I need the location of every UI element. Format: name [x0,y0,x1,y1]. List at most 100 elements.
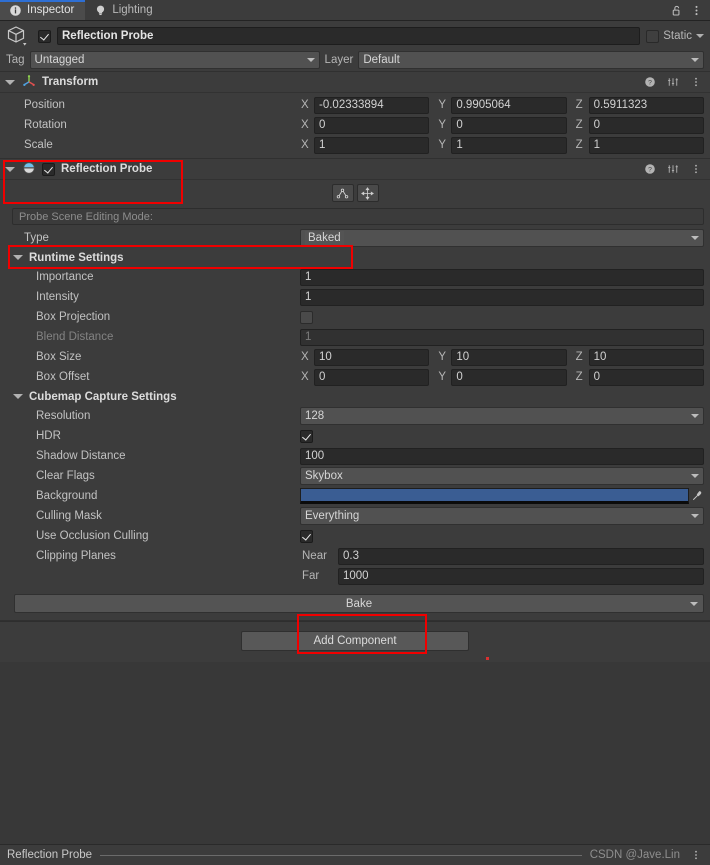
resolution-dropdown[interactable]: 128 [300,407,704,425]
shadow-distance-field[interactable]: 100 [300,447,704,465]
transform-axis-icon [22,74,36,91]
status-bar-divider [100,854,582,856]
box-projection-checkbox[interactable] [300,310,313,324]
axis-x-label: X [301,371,309,383]
transform-body: Position X -0.02333894 Y 0.9905064 Z 0.5… [0,93,710,158]
help-icon[interactable]: ? [642,74,658,90]
foldout-arrow-icon[interactable] [13,394,23,399]
layer-dropdown[interactable]: Default [358,51,704,69]
row-resolution: Resolution 128 [6,406,704,426]
box-offset-label: Box Offset [36,371,90,383]
kebab-menu-icon[interactable] [688,2,704,18]
position-y-field[interactable]: 0.9905064 [451,96,567,114]
row-clipping-planes-far: Far 1000 [6,566,704,586]
clear-flags-dropdown[interactable]: Skybox [300,467,704,485]
probe-scene-editing-mode-label: Probe Scene Editing Mode: [19,210,153,223]
eyedropper-icon[interactable] [689,490,704,502]
box-projection-label: Box Projection [36,311,111,323]
type-dropdown[interactable] [300,229,704,247]
kebab-menu-icon[interactable] [688,161,704,177]
chevron-down-icon[interactable] [696,34,704,38]
lock-open-icon[interactable] [668,2,684,18]
far-label: Far [302,570,320,582]
position-x-field[interactable]: -0.02333894 [314,96,430,114]
hdr-checkbox[interactable] [300,429,313,443]
box-offset-x-field[interactable]: 0 [314,368,430,386]
static-checkbox[interactable] [646,29,660,43]
reflection-probe-enabled-checkbox[interactable] [42,162,55,176]
gameobject-name-field[interactable]: Reflection Probe [57,27,641,45]
section-cubemap-capture-settings[interactable]: Cubemap Capture Settings [6,387,704,406]
shadow-distance-label: Shadow Distance [36,450,126,462]
inspector-tabbar: Inspector Lighting [0,0,710,21]
importance-label: Importance [36,271,94,283]
row-occlusion-culling: Use Occlusion Culling [6,526,704,546]
edit-probe-origin-icon[interactable] [356,184,379,202]
occlusion-culling-checkbox[interactable] [300,529,313,543]
culling-mask-dropdown[interactable]: Everything [300,507,704,525]
add-component-button[interactable]: Add Component [241,631,469,651]
transform-row-position: Position X -0.02333894 Y 0.9905064 Z 0.5… [6,95,704,115]
near-field[interactable]: 0.3 [338,547,704,565]
chevron-down-icon [306,58,315,62]
scale-y-field[interactable]: 1 [451,136,567,154]
kebab-menu-icon[interactable] [688,847,704,863]
rotation-y-field[interactable]: 0 [451,116,567,134]
box-size-x-value: 10 [319,351,332,363]
reflection-probe-header[interactable]: Reflection Probe ? [0,159,710,180]
transform-row-rotation: Rotation X 0 Y 0 Z 0 [6,115,704,135]
rotation-x-field[interactable]: 0 [314,116,430,134]
axis-z-label: Z [575,99,583,111]
row-blend-distance: Blend Distance 1 [6,327,704,347]
shadow-distance-value: 100 [305,450,325,462]
foldout-arrow-icon[interactable] [5,79,15,85]
box-offset-y-field[interactable]: 0 [451,368,567,386]
bake-button[interactable]: Bake [14,594,704,613]
type-value: Baked [305,231,344,245]
box-size-z-field[interactable]: 10 [588,348,704,366]
preset-sliders-icon[interactable] [665,161,681,177]
rotation-label: Rotation [24,119,67,131]
svg-text:?: ? [648,167,652,174]
chevron-down-icon [691,58,699,62]
rotation-z-field[interactable]: 0 [588,116,704,134]
blend-distance-field: 1 [300,328,704,346]
resolution-value: 128 [305,410,325,422]
tab-lighting[interactable]: Lighting [85,0,163,20]
tabbar-actions [668,0,710,20]
axis-y-label: Y [438,139,446,151]
tab-inspector[interactable]: Inspector [0,0,86,20]
importance-field[interactable]: 1 [300,268,704,286]
box-offset-z-field[interactable]: 0 [588,368,704,386]
box-size-y-field[interactable]: 10 [451,348,567,366]
intensity-field[interactable]: 1 [300,288,704,306]
kebab-menu-icon[interactable] [688,74,704,90]
box-offset-y-value: 0 [456,371,463,383]
static-toggle-group[interactable]: Static [646,29,704,43]
scale-z-field[interactable]: 1 [588,136,704,154]
rotation-z-value: 0 [593,119,601,131]
section-runtime-settings[interactable]: Runtime Settings [6,248,704,267]
preset-sliders-icon[interactable] [665,74,681,90]
tag-dropdown[interactable]: Untagged [29,51,320,69]
cube-icon [6,24,32,48]
box-size-z-value: 10 [593,351,607,363]
box-size-x-field[interactable]: 10 [314,348,430,366]
status-bar: Reflection Probe CSDN @Jave.Lin [0,844,710,865]
background-color-swatch[interactable] [300,488,689,504]
row-box-offset: Box Offset X 0 Y 0 Z 0 [6,367,704,387]
help-icon[interactable]: ? [642,161,658,177]
scale-x-field[interactable]: 1 [314,136,430,154]
tag-value: Untagged [34,54,85,66]
transform-header[interactable]: Transform ? [0,72,710,93]
foldout-arrow-icon[interactable] [5,166,15,172]
near-value: 0.3 [343,550,359,562]
bake-options-chevron-down-icon[interactable] [690,601,698,606]
position-z-field[interactable]: 0.5911323 [588,96,704,114]
gameobject-enabled-checkbox[interactable] [38,29,51,43]
foldout-arrow-icon[interactable] [13,255,23,260]
edit-bounding-volume-icon[interactable] [331,184,354,202]
probe-scene-editing-mode-bar: Probe Scene Editing Mode: [12,208,704,225]
far-field[interactable]: 1000 [338,567,704,585]
axis-x-label: X [301,139,309,151]
